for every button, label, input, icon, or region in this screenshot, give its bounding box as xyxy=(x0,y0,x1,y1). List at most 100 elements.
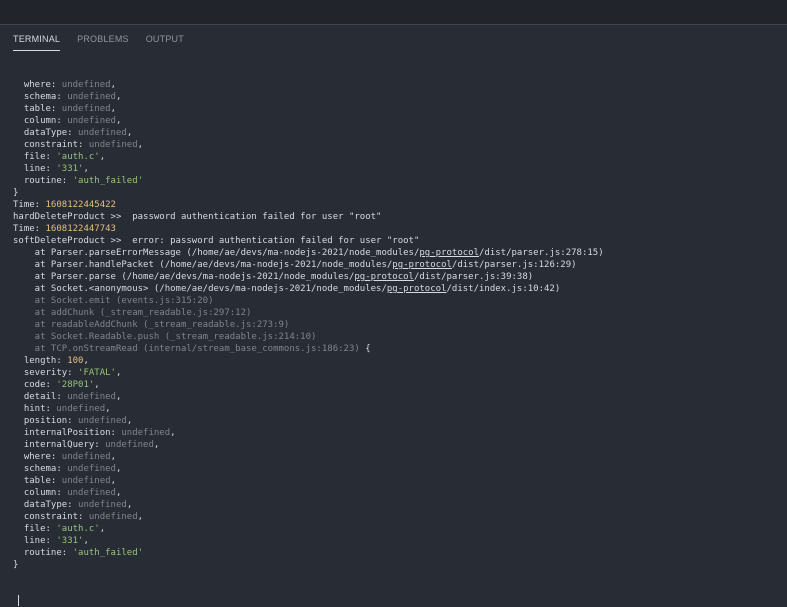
terminal-line: column: undefined, xyxy=(13,487,787,499)
terminal-text-segment: undefined xyxy=(67,488,116,498)
terminal-text-segment: undefined xyxy=(67,92,116,102)
tab-terminal[interactable]: TERMINAL xyxy=(13,34,61,51)
terminal-text-segment: undefined xyxy=(105,440,154,450)
terminal-text-segment: file: xyxy=(13,152,57,162)
terminal-line: detail: undefined, xyxy=(13,391,787,403)
terminal-line: hint: undefined, xyxy=(13,403,787,415)
terminal-text-segment: dataType: xyxy=(13,128,79,138)
terminal-text-segment: , xyxy=(110,476,116,486)
terminal-text-segment: routine: xyxy=(13,548,73,558)
terminal-line: at TCP.onStreamRead (internal/stream_bas… xyxy=(13,343,787,355)
terminal-text-segment: table: xyxy=(13,476,62,486)
terminal-output[interactable]: where: undefined, schema: undefined, tab… xyxy=(13,79,787,571)
terminal-line: routine: 'auth_failed' xyxy=(13,547,787,559)
terminal-text-segment: pg-protocol xyxy=(354,272,414,282)
terminal-line: table: undefined, xyxy=(13,103,787,115)
terminal-line: at Socket.Readable.push (_stream_readabl… xyxy=(13,331,787,343)
terminal-line: at addChunk (_stream_readable.js:297:12) xyxy=(13,307,787,319)
terminal-line: length: 100, xyxy=(13,355,787,367)
terminal-cursor xyxy=(18,595,19,606)
terminal-line: routine: 'auth_failed' xyxy=(13,175,787,187)
terminal-text-segment: , xyxy=(110,452,116,462)
terminal-line: severity: 'FATAL', xyxy=(13,367,787,379)
terminal-text-segment: hardDeleteProduct >> password authentica… xyxy=(13,212,382,222)
terminal-text-segment: at Parser.handlePacket (/home/ae/devs/ma… xyxy=(13,260,393,270)
terminal-text-segment: 'auth.c' xyxy=(56,152,100,162)
terminal-text-segment: } xyxy=(13,560,19,570)
terminal-text-segment: detail: xyxy=(13,392,68,402)
terminal-text-segment: line: xyxy=(13,536,57,546)
terminal-text-segment: at addChunk (_stream_readable.js:297:12) xyxy=(13,308,252,318)
title-bar xyxy=(0,0,787,24)
terminal-line: at readableAddChunk (_stream_readable.js… xyxy=(13,319,787,331)
terminal-text-segment: , xyxy=(99,524,106,534)
terminal-text-segment: , xyxy=(137,140,144,150)
terminal-text-segment: constraint: xyxy=(13,140,89,150)
terminal-text-segment: length: xyxy=(13,356,68,366)
terminal-line: } xyxy=(13,559,787,571)
terminal-line: schema: undefined, xyxy=(13,91,787,103)
terminal-text-segment: , xyxy=(126,128,133,138)
terminal-line: file: 'auth.c', xyxy=(13,523,787,535)
terminal-text-segment: line: xyxy=(13,164,57,174)
terminal-line: column: undefined, xyxy=(13,115,787,127)
terminal-line: at Parser.parse (/home/ae/devs/ma-nodejs… xyxy=(13,271,787,283)
terminal-text-segment: undefined xyxy=(88,512,138,522)
terminal-text-segment: at readableAddChunk (_stream_readable.js… xyxy=(13,320,290,330)
terminal-line: constraint: undefined, xyxy=(13,139,787,151)
terminal-text-segment: '28P01' xyxy=(56,380,95,390)
terminal-text-segment: column: xyxy=(13,116,68,126)
terminal-line: Time: 1608122445422 xyxy=(13,199,787,211)
terminal-text-segment: , xyxy=(105,404,111,414)
terminal-text-segment: , xyxy=(126,416,133,426)
terminal-text-segment: routine: xyxy=(13,176,73,186)
terminal-text-segment: , xyxy=(115,392,122,402)
terminal-text-segment: file: xyxy=(13,524,57,534)
terminal-text-segment: pg-protocol xyxy=(419,248,479,258)
terminal-text-segment: where: xyxy=(13,452,62,462)
terminal-text-segment: severity: xyxy=(13,368,79,378)
terminal-text-segment: softDeleteProduct >> error: password aut… xyxy=(13,236,420,246)
terminal-line: schema: undefined, xyxy=(13,463,787,475)
tab-problems[interactable]: PROBLEMS xyxy=(77,34,129,51)
terminal-line: dataType: undefined, xyxy=(13,127,787,139)
terminal-text-segment: 'auth_failed' xyxy=(72,176,144,186)
terminal-text-segment: , xyxy=(115,464,122,474)
terminal-line: at Parser.handlePacket (/home/ae/devs/ma… xyxy=(13,259,787,271)
terminal-text-segment: undefined xyxy=(78,500,127,510)
terminal-text-segment: pg-protocol xyxy=(386,284,447,294)
terminal-text-segment: , xyxy=(115,116,122,126)
terminal-text-segment: , xyxy=(115,488,122,498)
terminal-text-segment: pg-protocol xyxy=(392,260,452,270)
terminal-text-segment: /dist/parser.js:278:15) xyxy=(479,248,604,258)
terminal-line: hardDeleteProduct >> password authentica… xyxy=(13,211,787,223)
terminal-text-segment: undefined xyxy=(78,416,127,426)
terminal-line: Time: 1608122447743 xyxy=(13,223,787,235)
terminal-text-segment: 1608122447743 xyxy=(45,224,116,234)
terminal-line: dataType: undefined, xyxy=(13,499,787,511)
terminal-text-segment: at Socket.<anonymous> (/home/ae/devs/ma-… xyxy=(13,284,387,294)
terminal-line: internalQuery: undefined, xyxy=(13,439,787,451)
terminal-text-segment: , xyxy=(83,536,89,546)
terminal-text-segment: '331' xyxy=(56,536,84,546)
tab-output[interactable]: OUTPUT xyxy=(146,34,184,51)
terminal-text-segment: dataType: xyxy=(13,500,79,510)
terminal-text-segment: } xyxy=(13,188,19,198)
terminal-text-segment: undefined xyxy=(88,140,138,150)
terminal-text-segment: , xyxy=(94,380,100,390)
terminal-text-segment: internalQuery: xyxy=(13,440,106,450)
terminal-text-segment: 'auth_failed' xyxy=(72,548,144,558)
terminal-text-segment: undefined xyxy=(121,428,171,438)
terminal-text-segment: , xyxy=(170,428,176,438)
terminal-text-segment: , xyxy=(110,80,116,90)
terminal-line: where: undefined, xyxy=(13,451,787,463)
terminal-text-segment: internalPosition: xyxy=(13,428,122,438)
terminal-line: code: '28P01', xyxy=(13,379,787,391)
terminal-text-segment: , xyxy=(83,164,89,174)
terminal-text-segment: 1608122445422 xyxy=(45,200,116,210)
terminal-text-segment: at Socket.emit (events.js:315:20) xyxy=(13,296,214,306)
terminal-line: internalPosition: undefined, xyxy=(13,427,787,439)
terminal-line: line: '331', xyxy=(13,535,787,547)
terminal-text-segment: column: xyxy=(13,488,68,498)
terminal-line: at Socket.emit (events.js:315:20) xyxy=(13,295,787,307)
